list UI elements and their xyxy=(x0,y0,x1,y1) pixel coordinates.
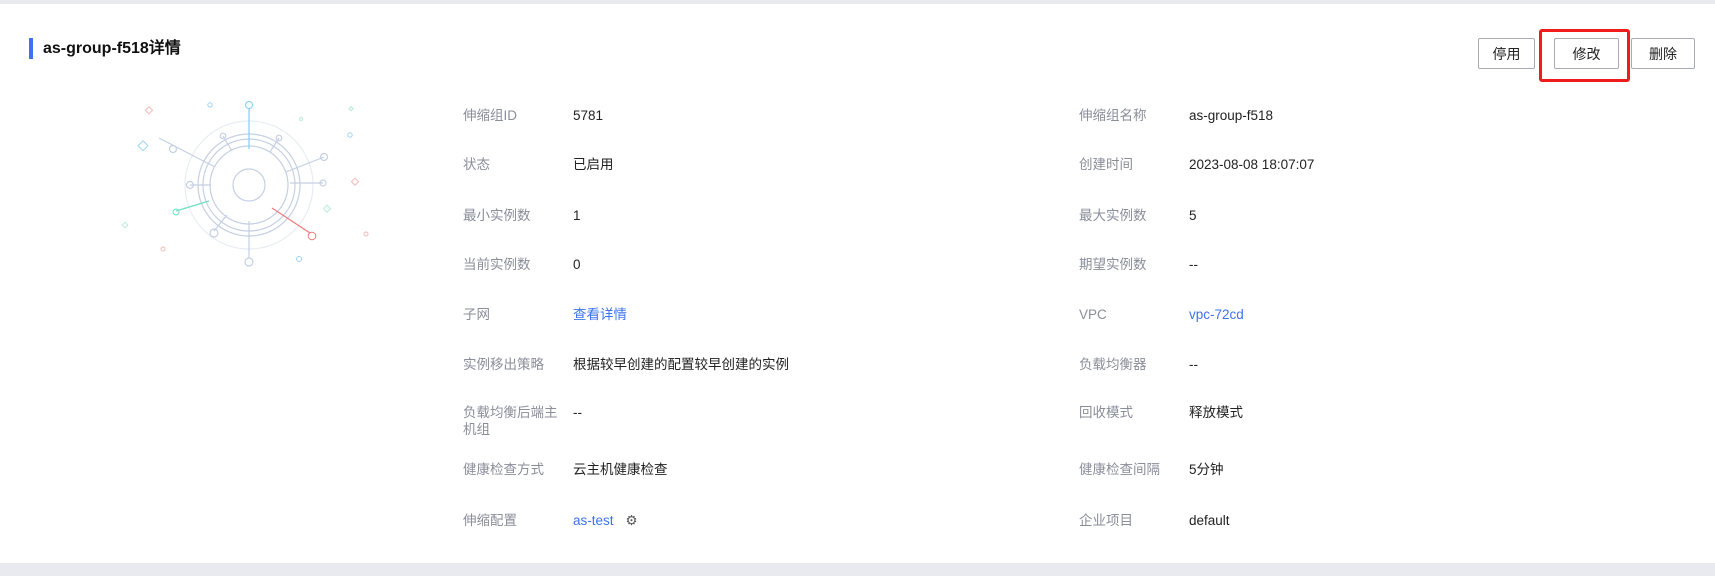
field-value-text: 已启用 xyxy=(573,157,614,172)
field-value: 1 xyxy=(573,207,581,224)
field-value-text: -- xyxy=(1189,357,1198,372)
field-label: 企业项目 xyxy=(1079,513,1133,528)
delete-button[interactable]: 删除 xyxy=(1631,38,1695,69)
field-value-text: default xyxy=(1189,513,1230,528)
field-value-text: 释放模式 xyxy=(1189,405,1243,420)
field-value: 0 xyxy=(573,256,581,273)
gear-icon[interactable]: ⚙ xyxy=(626,513,638,528)
field-value-text: -- xyxy=(573,405,582,420)
field-value-text: 5 xyxy=(1189,208,1197,223)
field-value: 查看详情 xyxy=(573,306,627,323)
highlight-box xyxy=(1539,29,1630,82)
field-value: -- xyxy=(1189,256,1198,273)
field-link[interactable]: 查看详情 xyxy=(573,307,627,322)
field-value: 根据较早创建的配置较早创建的实例 xyxy=(573,356,789,373)
field-label: 状态 xyxy=(463,157,490,172)
field-link[interactable]: vpc-72cd xyxy=(1189,307,1244,322)
field-value: 5分钟 xyxy=(1189,461,1224,478)
field-value-text: 根据较早创建的配置较早创建的实例 xyxy=(573,357,789,372)
network-illustration xyxy=(121,101,369,267)
field-value-text: as-group-f518 xyxy=(1189,108,1274,123)
field-label: 伸缩组ID xyxy=(463,108,517,123)
field-label: 最小实例数 xyxy=(463,208,531,223)
field-value: as-test ⚙ xyxy=(573,512,638,529)
field-value: 已启用 xyxy=(573,156,614,173)
field-value: 释放模式 xyxy=(1189,404,1243,421)
field-label: 负载均衡后端主机组 xyxy=(463,405,558,437)
field-value-text: 云主机健康检查 xyxy=(573,462,668,477)
field-value-text: 5781 xyxy=(573,108,604,123)
field-value: 5781 xyxy=(573,107,603,124)
field-link[interactable]: as-test xyxy=(573,513,614,528)
field-label: 最大实例数 xyxy=(1079,208,1147,223)
field-value: vpc-72cd xyxy=(1189,306,1244,323)
field-value-text: -- xyxy=(1189,257,1198,272)
field-value: as-group-f518 xyxy=(1189,107,1273,124)
field-label: 伸缩组名称 xyxy=(1079,108,1147,123)
disable-button[interactable]: 停用 xyxy=(1478,38,1535,69)
field-value: -- xyxy=(1189,356,1198,373)
field-value: 云主机健康检查 xyxy=(573,461,668,478)
field-label: 当前实例数 xyxy=(463,257,531,272)
field-label: 创建时间 xyxy=(1079,157,1133,172)
field-value-text: 0 xyxy=(573,257,581,272)
field-label: 期望实例数 xyxy=(1079,257,1147,272)
field-label: 健康检查方式 xyxy=(463,462,544,477)
field-value: 2023-08-08 18:07:07 xyxy=(1189,156,1314,173)
field-value-text: 5分钟 xyxy=(1189,462,1224,477)
field-label: VPC xyxy=(1079,307,1107,322)
field-label: 实例移出策略 xyxy=(463,357,544,372)
field-label: 健康检查间隔 xyxy=(1079,462,1160,477)
field-label: 子网 xyxy=(463,307,490,322)
field-value: default xyxy=(1189,512,1230,529)
field-value-text: 2023-08-08 18:07:07 xyxy=(1189,157,1315,172)
field-value: -- xyxy=(573,404,582,421)
page-title: as-group-f518详情 xyxy=(29,38,181,59)
field-label: 负载均衡器 xyxy=(1079,357,1147,372)
field-label: 伸缩配置 xyxy=(463,513,517,528)
field-value-text: 1 xyxy=(573,208,581,223)
detail-card: as-group-f518详情 停用 修改 删除 伸缩组ID 5781 状态 已启用最… xyxy=(0,4,1715,563)
field-label: 回收模式 xyxy=(1079,405,1133,420)
field-value: 5 xyxy=(1189,207,1197,224)
